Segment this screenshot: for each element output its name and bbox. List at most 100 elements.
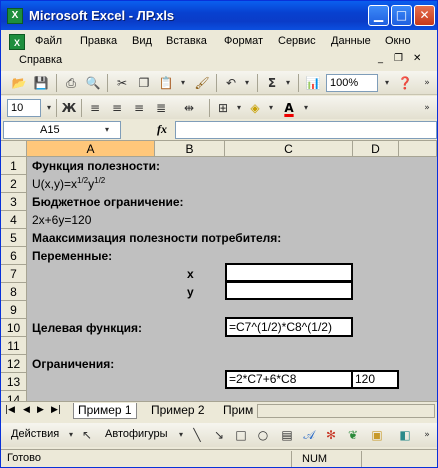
row-header-11[interactable]: 11 xyxy=(1,337,27,355)
zoom-select[interactable]: 100% xyxy=(326,74,378,92)
diagram-icon[interactable]: ✻ xyxy=(323,427,339,443)
menu-insert[interactable]: Вставка xyxy=(166,35,207,47)
chart-wizard-icon[interactable]: 📊 xyxy=(305,75,321,91)
close-button[interactable]: ✕ xyxy=(414,5,435,26)
borders-dropdown-icon[interactable]: ▾ xyxy=(231,100,247,116)
cell-a5[interactable]: Маaксимизация полезности потребителя: xyxy=(32,229,281,247)
cell-c13[interactable]: =2*C7+6*C8 xyxy=(225,370,353,389)
title-bar[interactable]: X Microsoft Excel - ЛР.xls ▁ □ ✕ xyxy=(1,1,437,30)
column-header-d[interactable]: D xyxy=(353,141,399,157)
row-header-12[interactable]: 12 xyxy=(1,355,27,373)
cell-b8[interactable]: y xyxy=(187,283,194,301)
zoom-dropdown-icon[interactable]: ▾ xyxy=(379,75,395,91)
clipart-icon[interactable]: ❦ xyxy=(345,427,361,443)
autosum-dropdown-icon[interactable]: ▾ xyxy=(280,75,296,91)
workbook-icon[interactable]: X xyxy=(9,34,25,50)
doc-minimize-icon[interactable]: _ xyxy=(378,53,383,64)
save-icon[interactable]: 💾 xyxy=(33,75,49,91)
minimize-button[interactable]: ▁ xyxy=(368,5,389,26)
font-color-dropdown-icon[interactable]: ▾ xyxy=(298,100,314,116)
horizontal-scrollbar[interactable] xyxy=(257,404,435,418)
doc-close-icon[interactable]: ✕ xyxy=(413,53,421,64)
justify-icon[interactable]: ≣ xyxy=(153,100,169,116)
cell-a2[interactable]: U(x,y)=x1/2y1/2 xyxy=(32,175,105,193)
font-size-dropdown-icon[interactable]: ▾ xyxy=(41,100,57,116)
merge-center-icon[interactable]: ⇹ xyxy=(181,100,197,116)
cell-a10[interactable]: Целевая функция: xyxy=(32,319,142,337)
align-left-icon[interactable]: ≡ xyxy=(87,100,103,116)
paste-icon[interactable]: 📋 xyxy=(158,75,174,91)
menu-data[interactable]: Данные xyxy=(331,35,371,47)
select-all-corner[interactable] xyxy=(1,141,27,157)
cell-d13[interactable]: 120 xyxy=(351,370,399,389)
copy-icon[interactable]: ❐ xyxy=(136,75,152,91)
row-header-4[interactable]: 4 xyxy=(1,211,27,229)
format-painter-icon[interactable]: 🖌 xyxy=(194,75,210,91)
column-header-a[interactable]: A xyxy=(27,141,155,157)
textbox-icon[interactable]: ▤ xyxy=(279,427,295,443)
next-sheet-icon[interactable]: ▶ xyxy=(37,405,44,415)
borders-icon[interactable]: ⊞ xyxy=(215,100,231,116)
cell-c8-input[interactable] xyxy=(225,281,353,300)
autoshapes-dropdown-icon[interactable]: ▾ xyxy=(173,427,189,443)
cell-c10[interactable]: =C7^(1/2)*C8^(1/2) xyxy=(225,317,353,337)
row-header-2[interactable]: 2 xyxy=(1,175,27,193)
menu-help[interactable]: Справка xyxy=(19,54,62,66)
draw-actions-menu[interactable]: Действия xyxy=(11,428,59,440)
menu-edit[interactable]: Правка xyxy=(80,35,117,47)
font-color-icon[interactable]: A xyxy=(281,100,297,116)
print-icon[interactable]: ⎙ xyxy=(63,75,79,91)
formula-input[interactable] xyxy=(175,121,437,139)
undo-icon[interactable]: ↶ xyxy=(223,75,239,91)
cell-b7[interactable]: x xyxy=(187,265,194,283)
column-header-b[interactable]: B xyxy=(155,141,225,157)
fill-color-icon[interactable]: ◈ xyxy=(247,100,263,116)
menu-file[interactable]: Файл xyxy=(35,35,62,47)
sheet-tab-3[interactable]: Прим xyxy=(219,403,257,419)
draw-toolbar-options-icon[interactable]: » xyxy=(419,427,435,443)
maximize-button[interactable]: □ xyxy=(391,5,412,26)
menu-view[interactable]: Вид xyxy=(132,35,152,47)
row-header-10[interactable]: 10 xyxy=(1,319,27,337)
autosum-icon[interactable]: Σ xyxy=(264,75,280,91)
row-header-3[interactable]: 3 xyxy=(1,193,27,211)
3d-icon[interactable]: ◧ xyxy=(397,427,413,443)
column-header-c[interactable]: C xyxy=(225,141,353,157)
bold-button[interactable]: Ж xyxy=(61,100,77,116)
worksheet-grid[interactable]: A B C D 1 2 3 4 5 6 7 8 9 10 11 12 13 14… xyxy=(1,141,437,401)
arrow-icon[interactable]: ↘ xyxy=(211,427,227,443)
row-header-14[interactable]: 14 xyxy=(1,391,27,401)
column-header-e[interactable] xyxy=(399,141,437,157)
prev-sheet-icon[interactable]: ◀ xyxy=(23,405,30,415)
sheet-tab-2[interactable]: Пример 2 xyxy=(147,403,209,419)
row-header-13[interactable]: 13 xyxy=(1,373,27,391)
row-header-5[interactable]: 5 xyxy=(1,229,27,247)
cell-a4[interactable]: 2x+6y=120 xyxy=(32,211,91,229)
paste-dropdown-icon[interactable]: ▾ xyxy=(175,75,191,91)
draw-actions-dropdown-icon[interactable]: ▾ xyxy=(63,427,79,443)
cell-a3[interactable]: Бюджетное ограничение: xyxy=(32,193,184,211)
fill-color-dropdown-icon[interactable]: ▾ xyxy=(263,100,279,116)
font-size-select[interactable]: 10 xyxy=(7,99,41,117)
doc-restore-icon[interactable]: ❐ xyxy=(394,53,403,64)
help-icon[interactable]: ❓ xyxy=(397,75,413,91)
oval-icon[interactable]: ○ xyxy=(255,427,271,443)
excel-app-icon[interactable]: X xyxy=(7,8,23,24)
row-header-7[interactable]: 7 xyxy=(1,265,27,283)
row-header-1[interactable]: 1 xyxy=(1,157,27,175)
wordart-icon[interactable]: 𝒜 xyxy=(301,427,317,443)
align-center-icon[interactable]: ≡ xyxy=(109,100,125,116)
cell-a12[interactable]: Ограничения: xyxy=(32,355,114,373)
print-preview-icon[interactable]: 🔍 xyxy=(85,75,101,91)
select-objects-icon[interactable]: ↖ xyxy=(79,427,95,443)
first-sheet-icon[interactable]: |◀ xyxy=(5,405,15,415)
function-icon[interactable]: fx xyxy=(157,122,167,137)
rectangle-icon[interactable]: □ xyxy=(233,427,249,443)
line-icon[interactable]: ╲ xyxy=(189,427,205,443)
menu-format[interactable]: Формат xyxy=(224,35,263,47)
align-right-icon[interactable]: ≡ xyxy=(131,100,147,116)
autoshapes-menu[interactable]: Автофигуры xyxy=(105,428,168,440)
cut-icon[interactable]: ✂ xyxy=(114,75,130,91)
cell-a6[interactable]: Переменные: xyxy=(32,247,112,265)
toolbar-options-icon-2[interactable]: » xyxy=(419,100,435,116)
